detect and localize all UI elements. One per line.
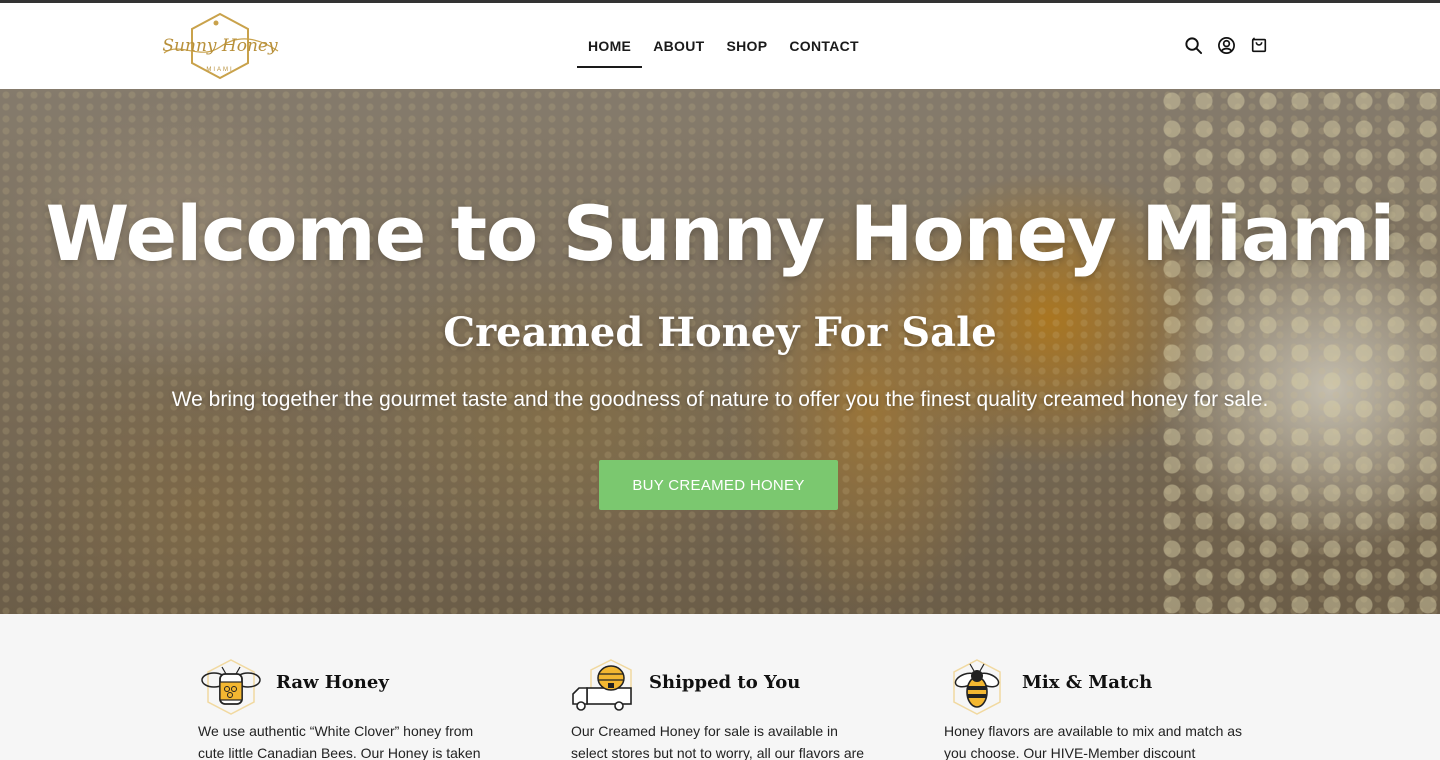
nav-contact[interactable]: CONTACT	[778, 3, 870, 89]
hero-subtitle: Creamed Honey For Sale	[443, 309, 997, 356]
nav-shop[interactable]: SHOP	[715, 3, 778, 89]
cart-icon[interactable]	[1249, 35, 1269, 55]
hero-banner: Welcome to Sunny Honey Miami Creamed Hon…	[0, 89, 1440, 614]
site-header: Sunny Honey MIAMI HOME ABOUT SHOP CONTAC…	[0, 3, 1440, 89]
site-logo[interactable]: Sunny Honey MIAMI	[160, 11, 282, 81]
header-icons	[1183, 35, 1269, 55]
hero-text: We bring together the gourmet taste and …	[171, 388, 1269, 411]
feature-title: Shipped to You	[649, 672, 801, 693]
buy-creamed-honey-button[interactable]: BUY CREAMED HONEY	[599, 460, 838, 510]
nav-about[interactable]: ABOUT	[642, 3, 715, 89]
feature-title: Mix & Match	[1022, 672, 1153, 693]
features-section: Raw Honey We use authentic “White Clover…	[0, 614, 1440, 760]
account-icon[interactable]	[1216, 35, 1236, 55]
svg-text:Sunny Honey: Sunny Honey	[162, 36, 278, 56]
hero-title: Welcome to Sunny Honey Miami	[45, 189, 1396, 278]
feature-text: We use authentic “White Clover” honey fr…	[198, 723, 481, 760]
feature-text: Honey flavors are available to mix and m…	[944, 723, 1243, 760]
search-icon[interactable]	[1183, 35, 1203, 55]
honey-jar-bee-icon	[198, 658, 264, 718]
svg-text:MIAMI: MIAMI	[206, 67, 233, 73]
main-nav: HOME ABOUT SHOP CONTACT	[577, 3, 870, 89]
feature-text: Our Creamed Honey for sale is available …	[571, 723, 865, 760]
feature-title: Raw Honey	[276, 672, 389, 693]
delivery-truck-hive-icon	[571, 658, 637, 718]
bee-icon	[944, 658, 1010, 718]
nav-home[interactable]: HOME	[577, 3, 643, 89]
